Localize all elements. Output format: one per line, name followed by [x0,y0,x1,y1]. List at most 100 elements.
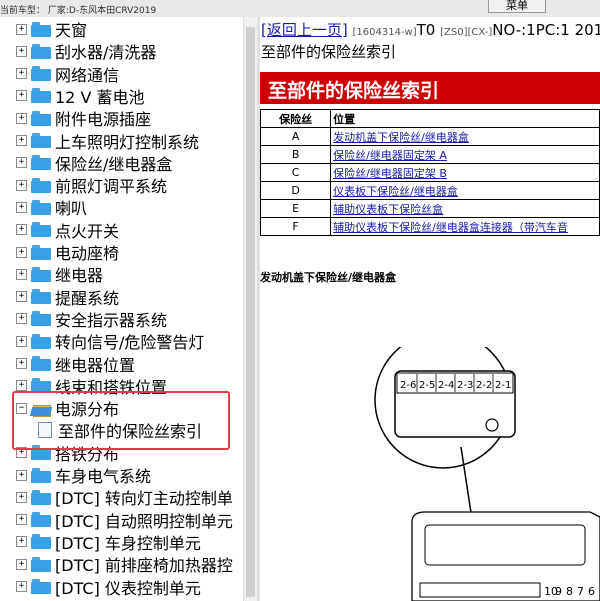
table-row: B 保险丝/继电器固定架 A [260,145,600,164]
tree-scroll-thumb[interactable] [246,27,255,597]
fuse-location-cell: 发动机盖下保险丝/继电器盒 [330,127,600,146]
tree-item[interactable]: + [DTC] 车身控制单元 [16,531,201,553]
expand-toggle-icon[interactable]: + [16,491,27,503]
expand-toggle-icon[interactable]: + [16,291,27,303]
tree-item[interactable]: + 刮水器/清洗器 [16,40,156,62]
connector-pin-label: 2-1 [495,380,511,391]
tree-item[interactable]: + 继电器 [16,263,103,285]
tree-item-label: 刮水器/清洗器 [55,43,157,63]
fuse-location-link[interactable]: 发动机盖下保险丝/继电器盒 [333,131,469,144]
tree-item[interactable]: + 车身电气系统 [16,464,151,486]
tree-item[interactable]: + 电动座椅 [16,241,119,263]
expand-toggle-icon[interactable]: + [16,45,27,57]
tree-item-label: 电动座椅 [55,244,120,263]
tree-item[interactable]: + 网络通信 [16,63,119,85]
expand-toggle-icon[interactable]: + [16,469,27,481]
folder-icon [31,133,51,148]
tree-item-label: 天窗 [55,21,88,40]
fuse-box-pin-label: 7 [577,585,584,598]
expand-toggle-icon[interactable]: + [16,112,27,124]
fuse-letter: C [260,163,332,182]
folder-icon [31,88,51,104]
tree-item-label: [DTC] 前排座椅加热器控 [55,556,233,576]
expand-toggle-icon[interactable]: + [16,224,27,236]
folder-icon [31,21,51,37]
folder-icon [31,534,51,550]
fuse-letter: E [260,199,332,218]
folder-icon [31,289,51,305]
content-pane: [返回上一页] [1604314-w]T0 [ZS0][CX-]NO-:1PC:… [260,17,600,601]
tree-item[interactable]: + 提醒系统 [16,286,119,308]
connector-pin-label: 2-4 [438,380,454,391]
expand-toggle-icon[interactable]: + [16,68,27,80]
folder-icon [31,110,51,126]
expand-toggle-icon[interactable]: + [16,514,27,526]
fuse-box-pin-label: 9 [555,585,562,598]
expand-toggle-icon[interactable]: + [16,268,27,280]
expand-toggle-icon[interactable]: + [16,201,27,213]
fuse-location-link[interactable]: 辅助仪表板下保险丝/继电器盒连接器（带汽车音 [333,221,568,234]
expand-toggle-icon[interactable]: + [16,313,27,325]
tree-item[interactable]: + 附件电源插座 [16,107,151,129]
folder-icon [31,222,51,238]
fuse-location-link[interactable]: 保险丝/继电器固定架 A [333,149,447,162]
tree-scrollbar[interactable] [243,17,258,601]
expand-toggle-icon[interactable]: + [16,358,27,369]
tree-item[interactable]: + 保险丝/继电器盒 [16,152,172,174]
table-row: E 辅助仪表板下保险丝盒 [260,199,600,218]
tree-item[interactable]: + 转向信号/危险警告灯 [16,330,204,352]
selection-highlight-frame [12,391,230,450]
fuse-box-pin-label: 6 [588,585,595,598]
tree-item[interactable]: + [DTC] 仪表控制单元 [16,576,201,598]
tree-item-label: 前照灯调平系统 [55,177,168,197]
tree-item-label: 车身电气系统 [55,467,152,486]
tree-item-label: 12 V 蓄电池 [55,87,145,107]
tree-item[interactable]: + [DTC] 自动照明控制单元 [16,509,233,531]
expand-toggle-icon[interactable]: + [16,380,27,392]
connector-pin-label: 2-3 [457,380,473,391]
tree-item[interactable]: + 前照灯调平系统 [16,174,167,196]
fuse-location-link[interactable]: 仪表板下保险丝/继电器盒 [333,185,458,198]
expand-toggle-icon[interactable]: + [16,135,27,146]
tree-item[interactable]: + 喇叭 [16,196,87,218]
menu-button[interactable]: 菜单 [488,0,546,13]
folder-icon [31,556,51,572]
tree-item-label: 保险丝/继电器盒 [55,154,173,174]
expand-toggle-icon[interactable]: + [16,23,27,35]
folder-icon [31,199,51,215]
folder-icon [31,579,51,594]
fuse-box-pin-label: 8 [566,585,573,598]
tree-item[interactable]: + [DTC] 转向灯主动控制单 [16,486,233,508]
top-bar: 当前车型： 厂家:D-东风本田CRV2019 菜单 [0,0,600,17]
folder-icon [31,311,51,327]
tree-item-label: 网络通信 [55,65,120,85]
back-link[interactable]: [返回上一页] [261,21,348,39]
tree-item[interactable]: + 上车照明灯控制系统 [16,130,199,152]
tree-item[interactable]: + 安全指示器系统 [16,308,167,330]
folder-icon [31,155,51,171]
expand-toggle-icon[interactable]: + [16,246,27,258]
expand-toggle-icon[interactable]: + [16,157,27,169]
tree-item[interactable]: + 天窗 [16,18,87,40]
expand-toggle-icon[interactable]: + [16,536,27,548]
fuse-location-link[interactable]: 保险丝/继电器固定架 B [333,167,447,180]
section-banner: 至部件的保险丝索引 [260,72,600,104]
fuse-location-cell: 保险丝/继电器固定架 B [330,163,600,182]
tree-item[interactable]: + 继电器位置 [16,353,135,375]
tree-item-label: 安全指示器系统 [55,310,168,330]
tree-item-label: [DTC] 自动照明控制单元 [55,511,233,531]
expand-toggle-icon[interactable]: + [16,179,27,191]
tree-item[interactable]: + 点火开关 [16,219,119,241]
expand-toggle-icon[interactable]: + [16,90,27,102]
expand-toggle-icon[interactable]: + [16,335,27,347]
page-subtitle: 至部件的保险丝索引 [261,43,397,61]
tree-item[interactable]: + [DTC] 前排座椅加热器控 [16,553,233,575]
folder-icon [31,177,51,193]
tree-item[interactable]: +12 V 蓄电池 [16,85,144,107]
expand-toggle-icon[interactable]: + [16,581,27,592]
fuse-location-link[interactable]: 辅助仪表板下保险丝盒 [333,203,443,216]
tree-item-label: 喇叭 [55,199,88,219]
fuse-table: 保险丝 位置 A 发动机盖下保险丝/继电器盒 B 保险丝/继电器固定架 A C 保险丝/继… [260,109,600,236]
folder-icon [31,266,51,282]
expand-toggle-icon[interactable]: + [16,558,27,570]
